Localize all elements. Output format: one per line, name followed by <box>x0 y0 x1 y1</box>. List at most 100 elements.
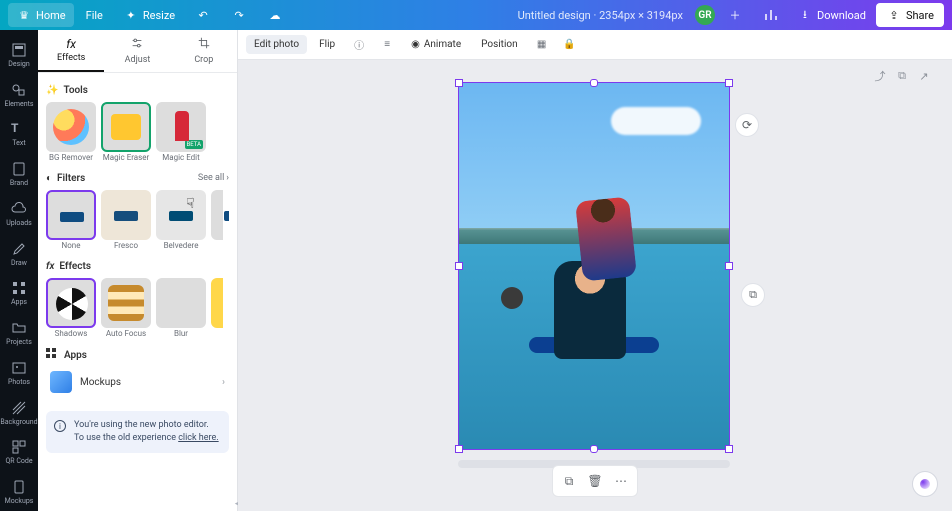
cloud-sync-button[interactable]: ☁ <box>259 3 291 27</box>
topbar-left-group: ♛ Home File ✦ Resize ↶ ↷ ☁ <box>8 3 291 27</box>
document-title[interactable]: Untitled design · 2354px × 3194px <box>518 9 683 22</box>
plus-icon: ＋ <box>727 7 743 23</box>
resize-button[interactable]: ✦ Resize <box>115 3 183 27</box>
tool-magic-edit[interactable]: Magic Edit <box>156 102 206 163</box>
filter-thumb <box>101 190 151 240</box>
rail-draw[interactable]: Draw <box>0 235 38 273</box>
resize-handle[interactable] <box>725 262 733 270</box>
rail-apps[interactable]: Apps <box>0 275 38 313</box>
resize-handle[interactable] <box>455 262 463 270</box>
tab-effects[interactable]: fx Effects <box>38 30 104 72</box>
rail-label: Uploads <box>6 219 32 227</box>
cloud-upload-icon <box>11 201 27 217</box>
info-link[interactable]: click here. <box>178 433 218 443</box>
add-collaborator-button[interactable]: ＋ <box>719 3 751 27</box>
download-label: Download <box>817 9 866 22</box>
edit-photo-button[interactable]: Edit photo <box>246 35 307 54</box>
undo-button[interactable]: ↶ <box>187 3 219 27</box>
effects-heading: fx Effects <box>46 261 229 272</box>
transparency-button[interactable]: ▦ <box>530 35 554 54</box>
rail-mockups[interactable]: Mockups <box>0 473 38 511</box>
file-menu[interactable]: File <box>78 5 111 26</box>
animate-button[interactable]: ◉Animate <box>403 35 469 54</box>
wand-icon: ✨ <box>46 85 58 96</box>
tab-crop[interactable]: Crop <box>171 30 237 72</box>
resize-handle[interactable] <box>455 445 463 453</box>
download-button[interactable]: ⭳ Download <box>791 3 872 27</box>
effects-title: Effects <box>59 261 91 272</box>
effects-row: Shadows Auto Focus Blur <box>46 278 229 339</box>
rail-background[interactable]: Background <box>0 394 38 432</box>
replace-button[interactable]: ⟳ <box>735 113 759 137</box>
resize-handle[interactable] <box>725 445 733 453</box>
duplicate-button[interactable]: ⧉ <box>741 283 765 307</box>
rail-projects[interactable]: Projects <box>0 314 38 352</box>
info-button[interactable]: ⓘ <box>347 33 371 56</box>
rail-label: Photos <box>8 378 30 386</box>
see-all-link[interactable]: See all › <box>198 173 229 183</box>
share-icon: ⇪ <box>886 7 902 23</box>
folder-icon <box>11 320 27 336</box>
chevron-right-icon: › <box>222 377 225 388</box>
rail-uploads[interactable]: Uploads <box>0 195 38 233</box>
resize-handle[interactable] <box>590 79 598 87</box>
shapes-icon <box>11 82 27 98</box>
qr-icon <box>11 439 27 455</box>
effect-more[interactable] <box>211 278 223 339</box>
page-up-button[interactable]: ⤴ <box>872 68 888 84</box>
redo-icon: ↷ <box>231 7 247 23</box>
resize-handle[interactable] <box>725 79 733 87</box>
lock-button[interactable]: 🔒 <box>558 35 582 54</box>
chart-icon <box>763 7 779 23</box>
text-icon: T <box>11 121 27 137</box>
open-in-new-button[interactable]: ↗ <box>916 68 932 84</box>
more-button[interactable]: ⋯ <box>609 470 633 492</box>
tab-adjust[interactable]: Adjust <box>104 30 170 72</box>
flip-button[interactable]: Flip <box>311 35 343 54</box>
tool-bg-remover[interactable]: BG Remover <box>46 102 96 163</box>
tool-thumb <box>46 102 96 152</box>
avatar[interactable]: GR <box>695 5 715 25</box>
effect-autofocus[interactable]: Auto Focus <box>101 278 151 339</box>
filter-more[interactable] <box>211 190 223 251</box>
redo-button[interactable]: ↷ <box>223 3 255 27</box>
avatar-initials: GR <box>698 10 711 21</box>
mockups-item[interactable]: Mockups › <box>46 363 229 401</box>
filters-title: Filters <box>57 173 85 184</box>
left-icon-rail: Design Elements TText Brand Uploads Draw… <box>0 30 38 511</box>
list-button[interactable]: ≡ <box>375 35 399 54</box>
selected-photo[interactable]: ⟳ ⧉ <box>458 82 730 450</box>
rail-label: Elements <box>4 100 33 108</box>
copy-button[interactable]: ⧉ <box>557 470 581 492</box>
file-label: File <box>86 9 103 22</box>
delete-button[interactable]: 🗑 <box>583 470 607 492</box>
help-fab[interactable] <box>912 471 938 497</box>
tool-magic-eraser[interactable]: Magic Eraser <box>101 102 151 163</box>
rail-qrcode[interactable]: QR Code <box>0 434 38 472</box>
mockups-label: Mockups <box>80 377 121 388</box>
filter-belvedere[interactable]: Belvedere <box>156 190 206 251</box>
rail-elements[interactable]: Elements <box>0 76 38 114</box>
resize-handle[interactable] <box>590 445 598 453</box>
rail-design[interactable]: Design <box>0 36 38 74</box>
effect-shadows[interactable]: Shadows <box>46 278 96 339</box>
filter-fresco[interactable]: Fresco <box>101 190 151 251</box>
home-button[interactable]: ♛ Home <box>8 3 74 27</box>
filter-none[interactable]: None <box>46 190 96 251</box>
chevron-right-icon: › <box>226 173 229 183</box>
insights-button[interactable] <box>755 3 787 27</box>
rail-photos[interactable]: Photos <box>0 354 38 392</box>
canvas[interactable]: ⤴ ⧉ ↗ ⟳ ⧉ ⧉ 🗑 ⋯ <box>238 60 952 511</box>
rail-text[interactable]: TText <box>0 116 38 154</box>
crop-icon <box>197 36 211 53</box>
apps-heading: Apps <box>46 348 229 363</box>
duplicate-page-button[interactable]: ⧉ <box>894 68 910 84</box>
filter-thumb <box>211 190 223 240</box>
resize-handle[interactable] <box>455 79 463 87</box>
tool-thumb <box>101 102 151 152</box>
share-button[interactable]: ⇪ Share <box>876 3 944 27</box>
effect-blur[interactable]: Blur <box>156 278 206 339</box>
info-icon: i <box>54 420 66 432</box>
position-button[interactable]: Position <box>473 35 525 54</box>
rail-brand[interactable]: Brand <box>0 155 38 193</box>
